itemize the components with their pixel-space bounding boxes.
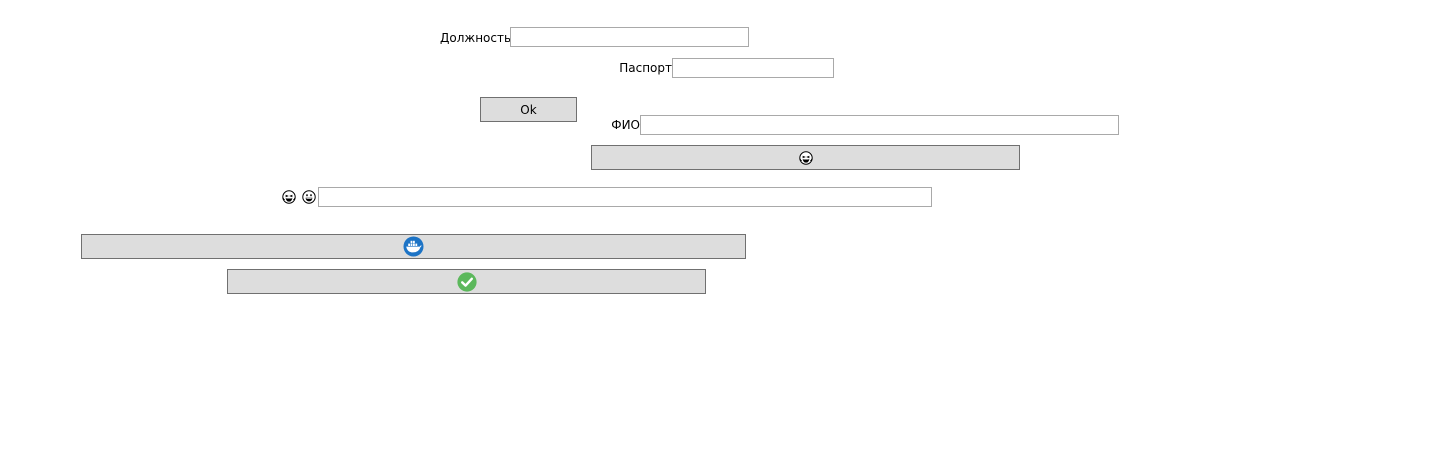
passport-field[interactable]: [672, 58, 834, 78]
grinning-squint-tears-icon: [282, 190, 296, 204]
emoji-text-field[interactable]: [318, 187, 932, 207]
fio-label: ФИО: [611, 118, 640, 132]
docker-button[interactable]: [81, 234, 746, 259]
check-circle-icon: [456, 271, 477, 292]
passport-label: Паспорт: [619, 61, 672, 75]
ok-button-label: Ok: [520, 102, 537, 117]
grinning-squint-tears-icon: [798, 150, 813, 165]
position-field[interactable]: [510, 27, 749, 47]
docker-icon: [403, 236, 424, 257]
grinning-face-icon: [302, 190, 316, 204]
fio-field[interactable]: [640, 115, 1119, 135]
ok-button[interactable]: Ok: [480, 97, 577, 122]
check-button[interactable]: [227, 269, 706, 294]
position-label: Должность: [440, 31, 512, 45]
laugh-emoji-button[interactable]: [591, 145, 1020, 170]
